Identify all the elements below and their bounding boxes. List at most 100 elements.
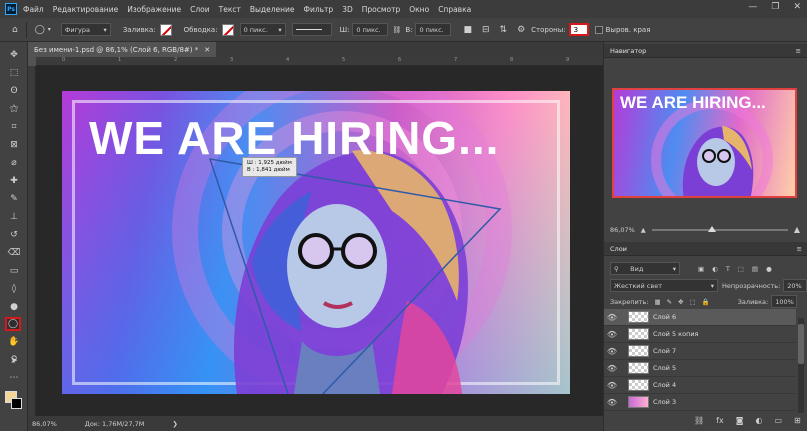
ellipse-tool-icon[interactable]: ◯: [5, 317, 21, 331]
layer-row[interactable]: 👁 Слой 5 копия: [604, 326, 796, 343]
stroke-width-input[interactable]: 0 пикс. ▾: [239, 23, 286, 36]
photoshop-logo-icon[interactable]: Ps: [5, 3, 17, 15]
background-color-swatch[interactable]: [11, 398, 22, 409]
eye-icon[interactable]: 👁: [604, 364, 620, 373]
navigator-panel-header: Навигатор ≡: [604, 44, 807, 58]
mode-select[interactable]: Фигура ▾: [60, 23, 111, 36]
gear-icon[interactable]: ⚙: [517, 25, 525, 35]
layer-filter-select[interactable]: ⚲ Вид ▾: [610, 262, 680, 275]
zoom-out-icon[interactable]: ▲: [641, 226, 646, 234]
frame-tool-icon[interactable]: ⊠: [6, 138, 22, 152]
eye-icon[interactable]: 👁: [604, 398, 620, 407]
canvas-area[interactable]: WE ARE HIRING... Ш : 1,925 дюйм В : 1,84…: [36, 66, 603, 416]
dodge-tool-icon[interactable]: ●: [6, 300, 22, 314]
layer-name: Слой 4: [653, 381, 677, 389]
eraser-tool-icon[interactable]: ⌫: [6, 246, 22, 260]
scrollbar-thumb[interactable]: [798, 324, 804, 364]
lasso-tool-icon[interactable]: ʘ: [6, 84, 22, 98]
menu-select[interactable]: Выделение: [250, 5, 295, 14]
more-tools-icon[interactable]: ⋯: [6, 371, 22, 385]
stroke-style-select[interactable]: [291, 23, 332, 36]
move-tool-icon[interactable]: ✥: [6, 48, 22, 62]
restore-icon[interactable]: ❐: [771, 2, 779, 12]
menu-filter[interactable]: Фильтр: [304, 5, 334, 14]
menu-help[interactable]: Справка: [438, 5, 471, 14]
document-canvas[interactable]: WE ARE HIRING... Ш : 1,925 дюйм В : 1,84…: [62, 91, 570, 394]
link-icon[interactable]: ⛓: [392, 26, 401, 34]
crop-tool-icon[interactable]: ⌗: [6, 120, 22, 134]
layer-row[interactable]: 👁 Слой 5: [604, 360, 796, 377]
gradient-tool-icon[interactable]: ▭: [6, 264, 22, 278]
adjustment-layer-icon[interactable]: ◐: [755, 416, 762, 425]
menu-image[interactable]: Изображение: [127, 5, 181, 14]
menu-file[interactable]: Файл: [23, 5, 44, 14]
blend-mode-select[interactable]: Жесткий свет ▾: [610, 279, 718, 292]
path-alignment-icon[interactable]: ⊟: [482, 25, 490, 35]
hand-tool-icon[interactable]: ✋: [6, 335, 22, 349]
layers-scrollbar[interactable]: [798, 318, 804, 413]
layer-filter-icons[interactable]: ▣◐T⬚▤●: [698, 265, 780, 273]
navigator-zoom-slider[interactable]: [651, 225, 788, 232]
minimize-icon[interactable]: —: [748, 2, 757, 12]
eyedropper-tool-icon[interactable]: ⌀: [6, 156, 22, 170]
home-icon[interactable]: ⌂: [12, 25, 18, 35]
status-zoom[interactable]: 86,07%: [32, 420, 57, 428]
history-brush-tool-icon[interactable]: ↺: [6, 228, 22, 242]
layers-tab[interactable]: Слои: [610, 245, 627, 253]
eye-icon[interactable]: 👁: [604, 313, 620, 322]
slider-knob[interactable]: [707, 225, 716, 232]
zoom-tool-icon[interactable]: ⚲: [6, 353, 22, 367]
eye-icon[interactable]: 👁: [604, 347, 620, 356]
document-tab[interactable]: Без имени-1.psd @ 86,1% (Слой 6, RGB/8#)…: [28, 42, 217, 57]
fill-input[interactable]: 100%: [771, 295, 798, 308]
opacity-input[interactable]: 20%: [783, 279, 807, 292]
fill-swatch[interactable]: [159, 23, 172, 36]
blur-tool-icon[interactable]: ◊: [6, 282, 22, 296]
healing-brush-tool-icon[interactable]: ✚: [6, 174, 22, 188]
ruler-tick-label: 1: [118, 57, 122, 63]
eye-icon[interactable]: 👁: [604, 330, 620, 339]
lock-icons[interactable]: ▦✎✥⬚🔒: [654, 298, 715, 306]
marquee-tool-icon[interactable]: ⬚: [6, 66, 22, 80]
ruler-tick-label: 4: [286, 57, 290, 63]
menu-layers[interactable]: Слои: [190, 5, 210, 14]
layer-row[interactable]: 👁 Слой 6: [604, 309, 796, 326]
stroke-swatch[interactable]: [221, 23, 234, 36]
brush-tool-icon[interactable]: ✎: [6, 192, 22, 206]
layer-row[interactable]: 👁 Слой 3: [604, 394, 796, 411]
clone-stamp-tool-icon[interactable]: ⊥: [6, 210, 22, 224]
height-input[interactable]: 0 пикс.: [415, 23, 452, 36]
magic-wand-tool-icon[interactable]: ⚝: [6, 102, 22, 116]
new-layer-icon[interactable]: ⊞: [794, 416, 801, 425]
status-doc-size: Док: 1,76M/27,7M: [84, 419, 145, 428]
path-arrangement-icon[interactable]: ⇅: [500, 25, 508, 35]
width-input[interactable]: 0 пикс.: [352, 23, 389, 36]
sides-input[interactable]: 3: [568, 23, 589, 36]
ellipse-tool-preset-icon[interactable]: ◯: [35, 25, 45, 35]
navigator-thumbnail[interactable]: WE ARE HIRING...: [612, 88, 797, 198]
menu-3d[interactable]: 3D: [342, 5, 353, 14]
navigator-zoom-value[interactable]: 86,07%: [610, 226, 635, 234]
menu-type[interactable]: Текст: [219, 5, 241, 14]
link-layers-icon[interactable]: ⛓: [694, 416, 704, 425]
group-icon[interactable]: ▭: [774, 416, 782, 425]
layer-row[interactable]: 👁 Слой 7: [604, 343, 796, 360]
navigator-tab[interactable]: Навигатор: [610, 47, 646, 55]
menu-view[interactable]: Просмотр: [362, 5, 401, 14]
layer-style-icon[interactable]: fx: [716, 416, 724, 425]
eye-icon[interactable]: 👁: [604, 381, 620, 390]
search-icon: ⚲: [614, 264, 619, 273]
align-edges-checkbox[interactable]: [594, 25, 603, 34]
zoom-in-icon[interactable]: ▲: [794, 225, 800, 234]
panel-menu-icon[interactable]: ≡: [796, 47, 801, 55]
close-tab-icon[interactable]: ✕: [204, 46, 210, 54]
layer-row[interactable]: 👁 Слой 4: [604, 377, 796, 394]
menu-window[interactable]: Окно: [409, 5, 429, 14]
menu-edit[interactable]: Редактирование: [53, 5, 118, 14]
path-operations-icon[interactable]: ■: [463, 25, 472, 35]
chevron-down-icon[interactable]: ▾: [48, 26, 51, 33]
panel-menu-icon[interactable]: ≡: [797, 245, 802, 253]
status-more-icon[interactable]: ❯: [172, 420, 177, 428]
layer-mask-icon[interactable]: ◙: [736, 416, 744, 425]
close-icon[interactable]: ✕: [793, 2, 801, 12]
